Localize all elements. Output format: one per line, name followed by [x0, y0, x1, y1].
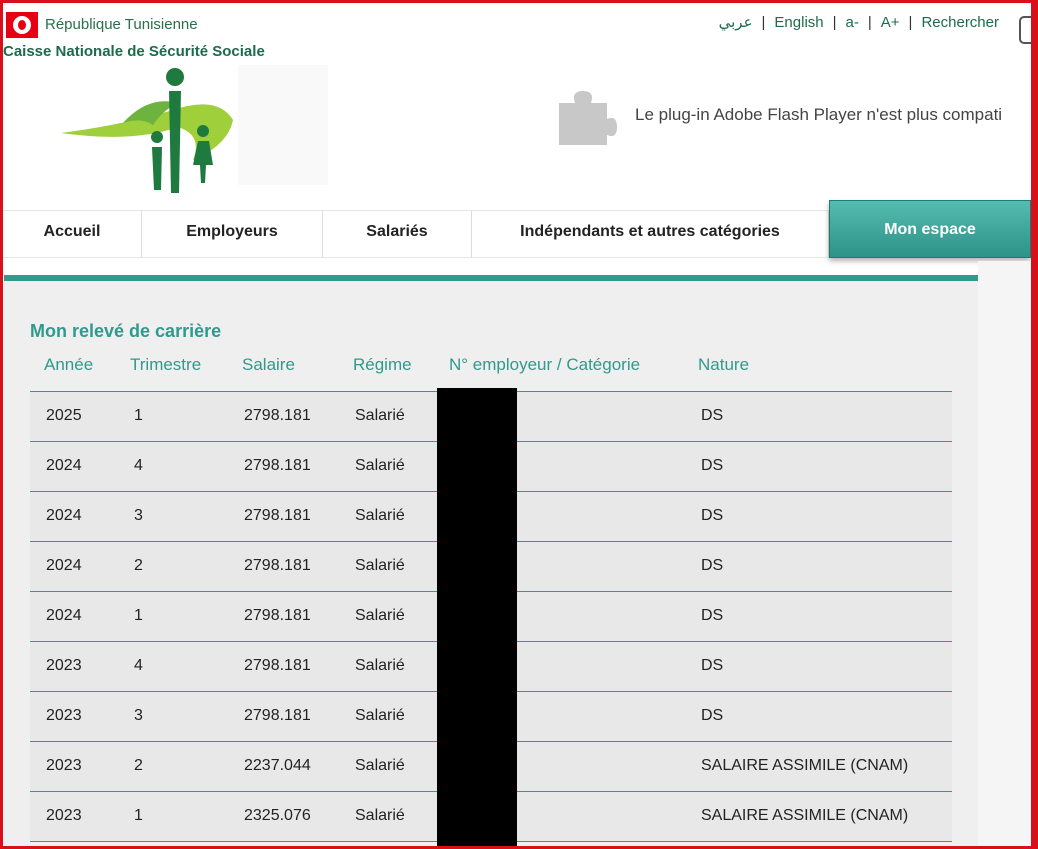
plugin-message: Le plug-in Adobe Flash Player n'est plus… [635, 105, 1003, 124]
page-title: Mon relevé de carrière [30, 321, 222, 341]
org-name: Caisse Nationale de Sécurité Sociale [3, 43, 265, 60]
main-nav: Accueil Employeurs Salariés Indépendants… [3, 200, 1031, 258]
cell-trimestre: 4 [134, 657, 143, 674]
cell-regime: Salarié [355, 457, 405, 474]
logo-backdrop [238, 65, 328, 185]
cell-nature: DS [701, 607, 724, 624]
cell-annee: 2024 [46, 507, 82, 524]
cell-nature: SALAIRE ASSIMILE (CNAM) [701, 757, 909, 774]
cell-regime: Salarié [355, 607, 405, 624]
font-increase-link[interactable]: A+ [881, 14, 900, 31]
font-decrease-link[interactable]: a- [846, 14, 859, 31]
cell-regime: Salarié [355, 557, 405, 574]
cell-trimestre: 1 [134, 607, 143, 624]
cell-annee: 2024 [46, 557, 82, 574]
nav-item-mon-espace[interactable]: Mon espace [829, 200, 1031, 258]
table-header: Année Trimestre Salaire Régime N° employ… [30, 353, 952, 392]
nav-item-employeurs[interactable]: Employeurs [142, 210, 323, 258]
cell-annee: 2025 [46, 407, 82, 424]
cell-nature: SALAIRE ASSIMILE (CNAM) [701, 807, 909, 824]
right-gutter [978, 261, 1031, 846]
cell-regime: Salarié [355, 707, 405, 724]
cell-regime: Salarié [355, 657, 405, 674]
lang-english-link[interactable]: English [774, 14, 823, 31]
search-label[interactable]: Rechercher [921, 14, 999, 31]
cell-trimestre: 3 [134, 507, 143, 524]
cell-salaire: 2798.181 [244, 457, 311, 474]
cnss-logo-icon[interactable] [53, 65, 243, 200]
col-salaire: Salaire [242, 355, 295, 374]
cell-salaire: 2798.181 [244, 657, 311, 674]
cell-annee: 2023 [46, 707, 82, 724]
cell-salaire: 2325.076 [244, 807, 311, 824]
cell-nature: DS [701, 507, 724, 524]
col-employeur: N° employeur / Catégorie [449, 355, 641, 374]
cell-trimestre: 1 [134, 407, 143, 424]
cell-regime: Salarié [355, 807, 405, 824]
lang-arabic-link[interactable]: عربي [719, 14, 753, 31]
col-trimestre: Trimestre [130, 355, 202, 374]
cell-salaire: 2798.181 [244, 707, 311, 724]
redacted-employer-column [437, 388, 517, 846]
col-nature: Nature [698, 355, 750, 374]
nav-item-independants[interactable]: Indépendants et autres catégories [472, 210, 829, 258]
cell-trimestre: 1 [134, 807, 143, 824]
search-input[interactable] [1019, 16, 1031, 44]
cell-nature: DS [701, 707, 724, 724]
puzzle-piece-icon [559, 91, 617, 145]
cell-annee: 2023 [46, 657, 82, 674]
cell-trimestre: 2 [134, 757, 143, 774]
cell-annee: 2024 [46, 457, 82, 474]
nav-item-salaries[interactable]: Salariés [323, 210, 472, 258]
cell-salaire: 2798.181 [244, 407, 311, 424]
cell-regime: Salarié [355, 507, 405, 524]
cell-annee: 2023 [46, 807, 82, 824]
nav-item-accueil[interactable]: Accueil [3, 210, 142, 258]
cell-nature: DS [701, 407, 724, 424]
cell-trimestre: 4 [134, 457, 143, 474]
top-links: عربي | English | a- | A+ | Rechercher [718, 14, 999, 31]
col-annee: Année [44, 355, 94, 374]
cell-nature: DS [701, 657, 724, 674]
cell-annee: 2023 [46, 757, 82, 774]
cell-nature: DS [701, 557, 724, 574]
cell-salaire: 2798.181 [244, 557, 311, 574]
cell-trimestre: 2 [134, 557, 143, 574]
republic-label: République Tunisienne [45, 16, 198, 33]
cell-regime: Salarié [355, 757, 405, 774]
cell-annee: 2024 [46, 607, 82, 624]
cell-regime: Salarié [355, 407, 405, 424]
tunisia-flag-icon [6, 12, 38, 38]
col-regime: Régime [353, 355, 412, 374]
cell-salaire: 2798.181 [244, 507, 311, 524]
cell-salaire: 2237.044 [244, 757, 311, 774]
cell-trimestre: 3 [134, 707, 143, 724]
cell-salaire: 2798.181 [244, 607, 311, 624]
cell-nature: DS [701, 457, 724, 474]
page-frame: République Tunisienne Caisse Nationale d… [3, 3, 1031, 846]
